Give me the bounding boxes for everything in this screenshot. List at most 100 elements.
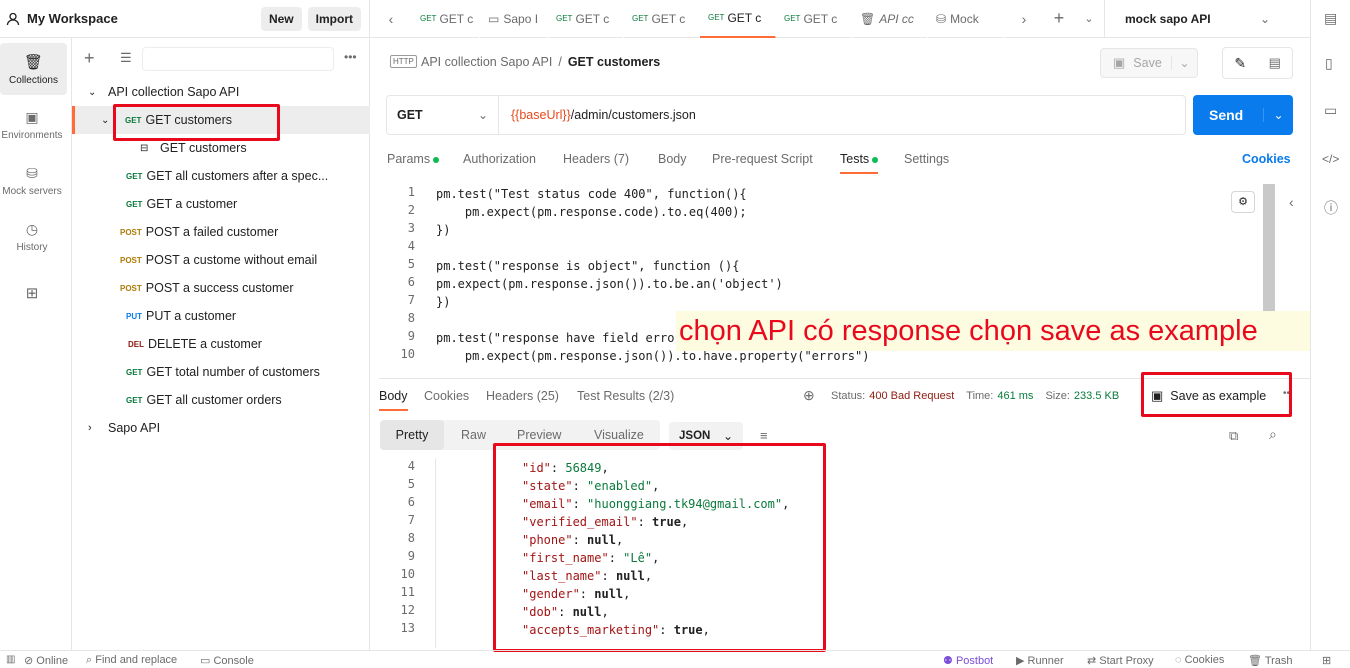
environment-quicklook-icon[interactable]: ▤ — [1324, 10, 1337, 27]
tree-item[interactable]: PUT PUT a customer — [72, 302, 370, 330]
documentation-icon[interactable]: ▯ — [1325, 55, 1333, 72]
view-raw[interactable]: Raw — [461, 428, 486, 442]
tab-prerequest[interactable]: Pre-request Script — [712, 152, 813, 166]
resp-tab-cookies[interactable]: Cookies — [424, 389, 469, 403]
globe-icon[interactable]: ⊕ — [803, 387, 815, 404]
status-dot — [433, 156, 440, 163]
copy-icon[interactable]: ⧉ — [1229, 428, 1238, 444]
rail-environments[interactable]: ▣ Environments — [0, 99, 64, 151]
tree-item[interactable]: GET GET all customers after a spec... — [72, 162, 370, 190]
save-icon: ▣ — [1113, 55, 1126, 70]
check-icon: ⊘ — [24, 655, 34, 667]
tabs-scroll-right-icon[interactable]: › — [1004, 11, 1044, 27]
rail-collections[interactable]: 🗑 Collections — [0, 43, 67, 95]
method-select[interactable]: GET ⌄ — [387, 96, 499, 134]
resp-tab-body[interactable]: Body — [379, 389, 408, 411]
cookies-footer[interactable]: ◌ Cookies — [1175, 654, 1224, 666]
tab-authorization[interactable]: Authorization — [463, 152, 536, 166]
snippet-icon[interactable]: ⚙ — [1231, 191, 1255, 213]
import-button[interactable]: Import — [307, 6, 361, 31]
save-button[interactable]: ▣ Save ⌄ — [1100, 48, 1198, 78]
send-button[interactable]: Send ⌄ — [1193, 95, 1293, 135]
tabs-scroll-left-icon[interactable]: ‹ — [370, 11, 412, 27]
code-line: }) — [436, 223, 451, 237]
line-number: 4 — [407, 239, 415, 253]
edit-toggle: ✎ ▤ — [1222, 47, 1293, 79]
tree-collection[interactable]: › Sapo API — [72, 414, 370, 442]
code-icon[interactable]: </> — [1322, 152, 1339, 166]
code-line: pm.expect(pm.response.code).to.eq(400); — [436, 205, 747, 219]
postbot[interactable]: ⚉ Postbot — [943, 654, 993, 667]
cookie-icon: ◌ — [1175, 654, 1182, 666]
collection-tab[interactable]: 🗑 API cc — [852, 0, 928, 38]
filter-icon[interactable]: ☰ — [120, 50, 132, 66]
tab-body[interactable]: Body — [658, 152, 687, 166]
collections-icon: 🗑 — [23, 53, 44, 71]
request-tab[interactable]: GET GET c — [412, 0, 480, 38]
console[interactable]: ▭ Console — [200, 654, 254, 667]
collapse-panel-icon[interactable]: ‹ — [1289, 194, 1294, 210]
online-status[interactable]: ⊘ Online — [24, 654, 68, 667]
workspace-title[interactable]: My Workspace — [27, 11, 118, 26]
tab-params[interactable]: Params — [387, 152, 440, 166]
environment-select[interactable]: mock sapo API ⌄ — [1104, 0, 1282, 38]
search-input[interactable] — [142, 47, 334, 71]
resp-tab-test-results[interactable]: Test Results (2/3) — [577, 389, 674, 403]
find-replace[interactable]: ⌕ Find and replace — [86, 654, 177, 667]
line-number: 12 — [400, 603, 415, 617]
code-line: }) — [436, 295, 451, 309]
tree-item[interactable]: GET GET all customer orders — [72, 386, 370, 414]
line-number: 9 — [407, 329, 415, 343]
postman-app: My Workspace New Import ‹ GET GET c ▭ Sapo… — [0, 0, 1350, 668]
tab-tests[interactable]: Tests — [840, 152, 879, 174]
mock-tab[interactable]: ⛁ Mock — [928, 0, 1004, 38]
tree-item[interactable]: POST POST a custome without email — [72, 246, 370, 274]
request-tab[interactable]: GET GET c — [548, 0, 624, 38]
search-icon[interactable]: ⌕ — [1269, 426, 1277, 443]
collection-tab[interactable]: ▭ Sapo I — [480, 0, 548, 38]
tree-collection[interactable]: ⌄ API collection Sapo API — [72, 78, 370, 106]
annotation-box-request — [113, 104, 280, 141]
view-pretty[interactable]: Pretty — [380, 420, 444, 450]
cookies-link[interactable]: Cookies — [1242, 152, 1291, 166]
line-number: 13 — [400, 621, 415, 635]
annotation-box-response — [493, 443, 826, 652]
chevron-down-icon: ⌄ — [722, 429, 733, 443]
comments-icon[interactable]: ▭ — [1324, 102, 1337, 119]
line-number: 8 — [407, 311, 415, 325]
rail-history[interactable]: ◷ History — [0, 211, 64, 263]
tree-item[interactable]: GET GET total number of customers — [72, 358, 370, 386]
runner[interactable]: ▶ Runner — [1016, 654, 1064, 667]
wrap-lines-icon[interactable]: ≡ — [760, 428, 768, 443]
layout-icon[interactable]: ▥ — [6, 654, 15, 665]
trash[interactable]: 🗑 Trash — [1248, 654, 1293, 667]
new-button[interactable]: New — [260, 6, 302, 31]
request-tab-active[interactable]: GET GET c — [700, 0, 776, 38]
line-number: 2 — [407, 203, 415, 217]
tabs-menu-chevron-icon[interactable]: ⌄ — [1074, 12, 1104, 25]
tab-settings[interactable]: Settings — [904, 152, 949, 166]
resp-tab-headers[interactable]: Headers (25) — [486, 389, 559, 403]
tree-item[interactable]: GET GET a customer — [72, 190, 370, 218]
view-preview[interactable]: Preview — [517, 428, 561, 442]
request-tab[interactable]: GET GET c — [624, 0, 700, 38]
new-tab-icon[interactable]: + — [1044, 8, 1074, 29]
start-proxy[interactable]: ⇄ Start Proxy — [1087, 654, 1154, 667]
tab-headers[interactable]: Headers (7) — [563, 152, 629, 166]
editor-scrollbar[interactable] — [1263, 184, 1275, 314]
info-icon[interactable]: ⓘ — [1324, 198, 1338, 218]
annotation-box-save-example — [1141, 372, 1292, 417]
rail-configure[interactable]: ⊞ — [0, 267, 64, 319]
url-input[interactable]: {{baseUrl}}/admin/customers.json — [511, 108, 696, 122]
more-options-icon[interactable]: ••• — [344, 50, 357, 64]
add-collection-icon[interactable]: + — [84, 48, 95, 69]
request-tab[interactable]: GET GET c — [776, 0, 852, 38]
tree-item[interactable]: POST POST a success customer — [72, 274, 370, 302]
rail-mock-servers[interactable]: ⛁ Mock servers — [0, 155, 64, 207]
pencil-icon[interactable]: ✎ — [1223, 48, 1258, 78]
tree-item[interactable]: POST POST a failed customer — [72, 218, 370, 246]
grid-icon[interactable]: ⊞ — [1322, 654, 1331, 667]
view-visualize[interactable]: Visualize — [594, 428, 644, 442]
tree-item[interactable]: DEL DELETE a customer — [72, 330, 370, 358]
comment-icon[interactable]: ▤ — [1258, 48, 1293, 78]
